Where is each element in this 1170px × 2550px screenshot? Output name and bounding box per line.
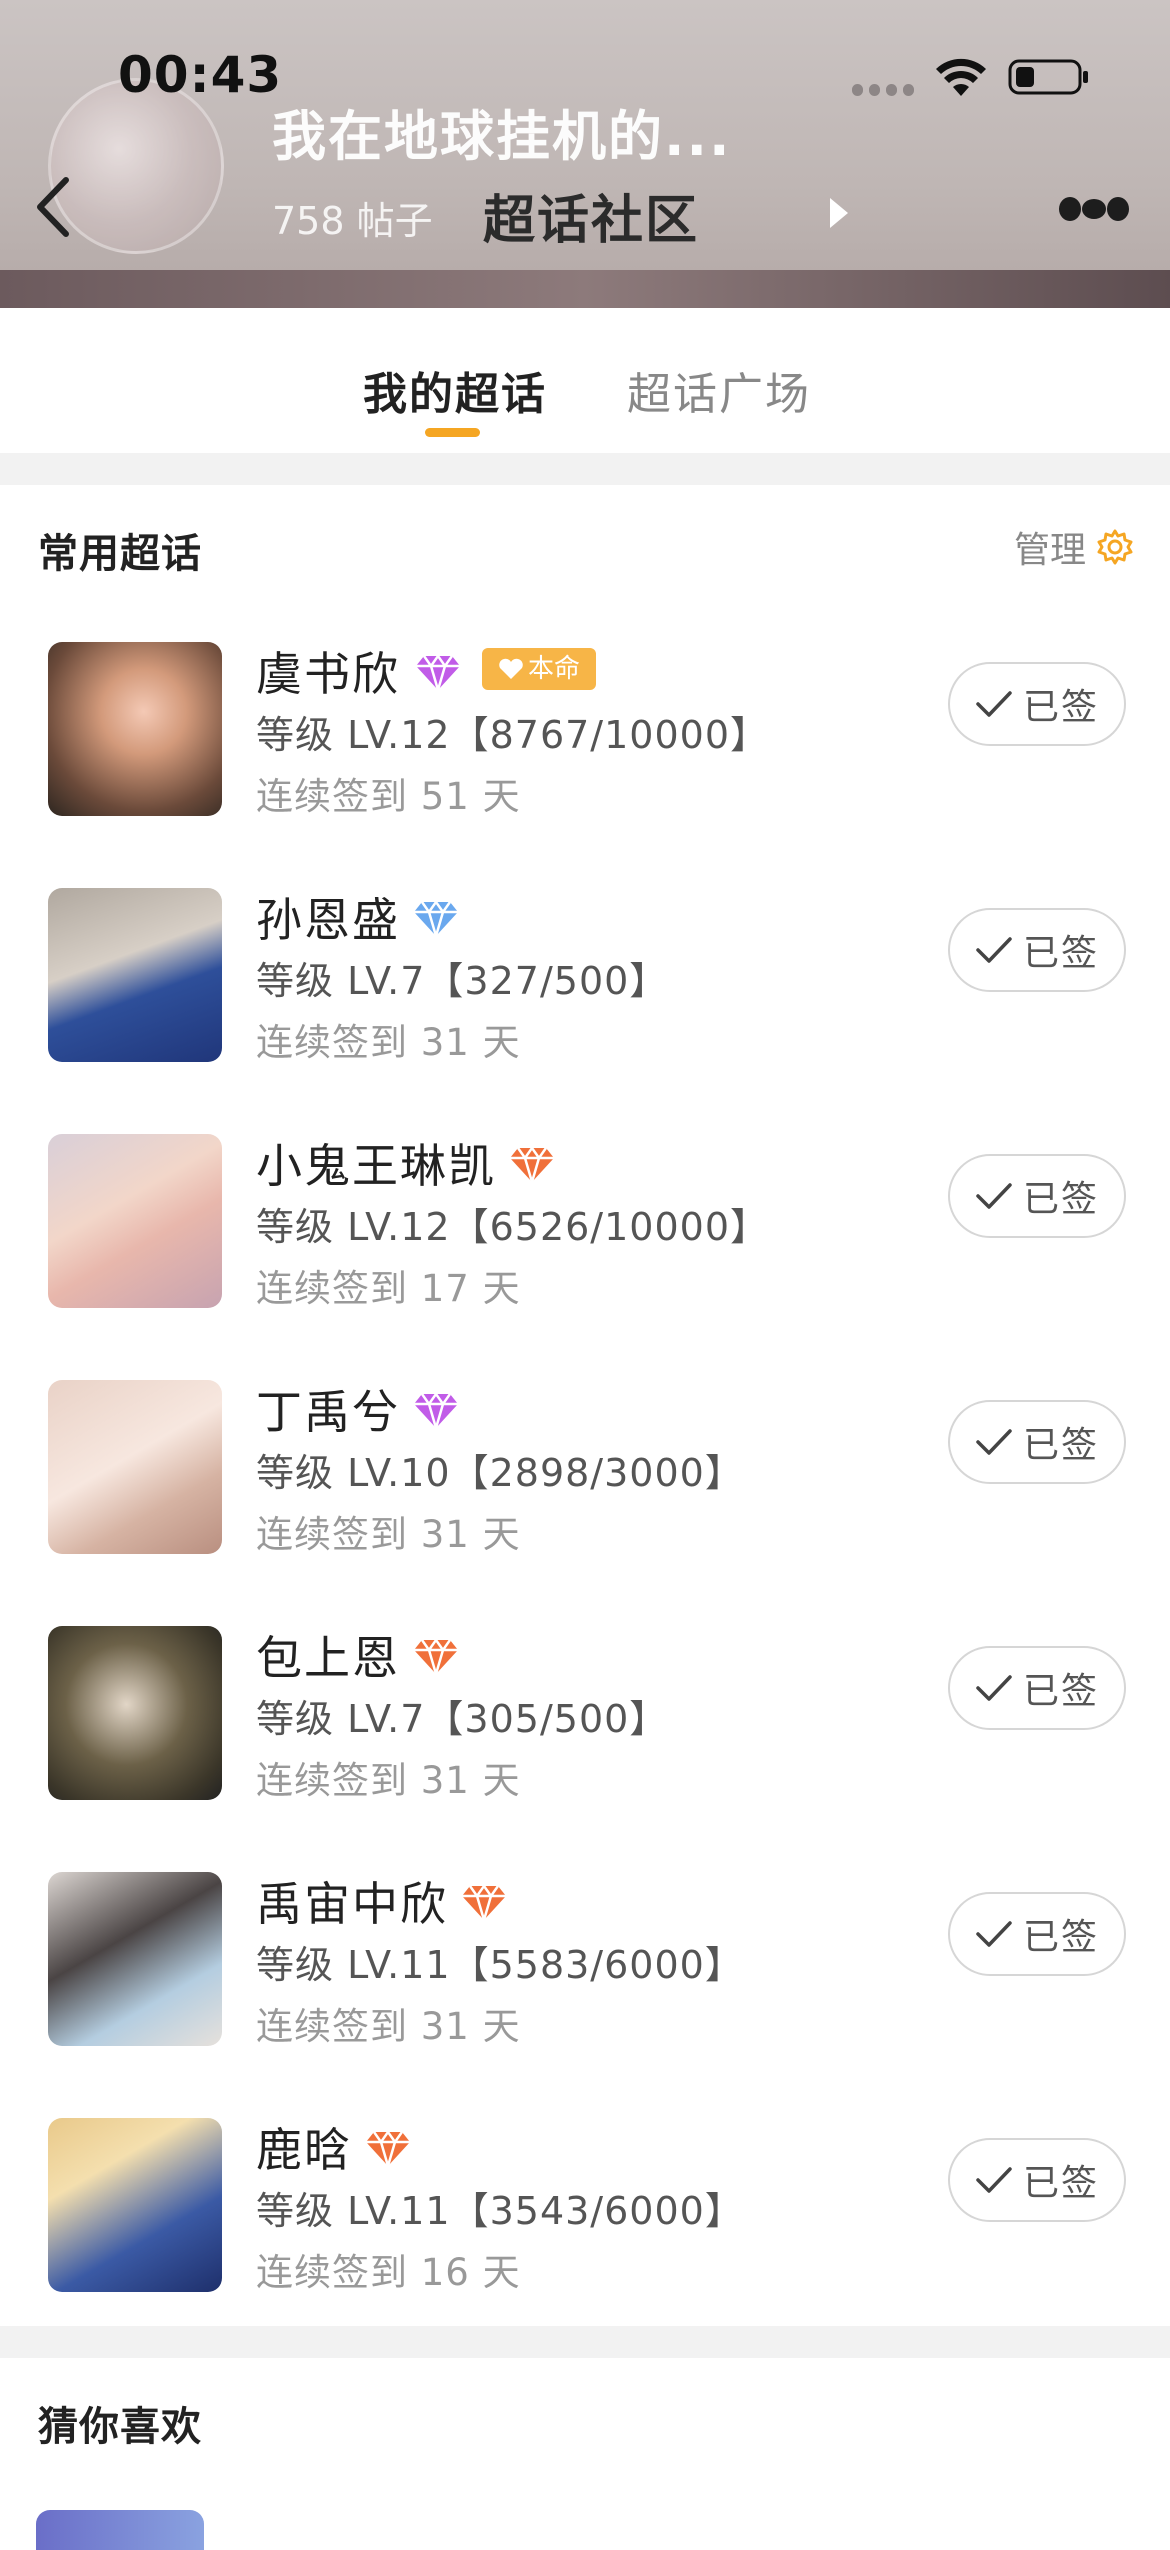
signed-button[interactable]: 已签 <box>948 2138 1126 2222</box>
topic-avatar <box>48 1872 222 2046</box>
sign-in-streak: 连续签到 31 天 <box>256 1021 521 1064</box>
check-icon <box>976 2167 1012 2193</box>
topic-row[interactable]: 禹宙中欣 等级 LV.11【5583/6000】 连续签到 31 天 已签 <box>0 1850 1170 2096</box>
topic-level: 等级 LV.7【305/500】 <box>256 1697 669 1741</box>
signed-button[interactable]: 已签 <box>948 1400 1126 1484</box>
tab-bar: 我的超话 超话广场 <box>0 308 1170 453</box>
topic-level: 等级 LV.11【5583/6000】 <box>256 1943 744 1987</box>
battery-icon <box>1008 59 1088 95</box>
frequent-topics-header: 常用超话 管理 <box>0 485 1170 595</box>
signed-label: 已签 <box>1022 1425 1099 1466</box>
topic-avatar <box>48 1626 222 1800</box>
cellular-signal-icon <box>852 84 914 96</box>
guess-you-like-header: 猜你喜欢 <box>0 2358 1170 2468</box>
header-cover-strip <box>0 270 1170 308</box>
diamond-badge-icon <box>366 2129 410 2168</box>
more-icon[interactable] <box>1058 194 1130 224</box>
benming-label: 本命 <box>528 654 581 684</box>
section-title: 猜你喜欢 <box>38 2404 202 2450</box>
topic-level: 等级 LV.12【8767/10000】 <box>256 713 769 757</box>
topic-name: 虞书欣 <box>256 647 400 701</box>
check-icon <box>976 1675 1012 1701</box>
topic-avatar <box>48 888 222 1062</box>
manage-button[interactable]: 管理 <box>1014 521 1134 573</box>
heart-icon <box>499 658 523 679</box>
status-time: 00:43 <box>118 46 283 104</box>
check-icon <box>976 1921 1012 1947</box>
topic-name: 禹宙中欣 <box>256 1877 448 1931</box>
check-icon <box>976 937 1012 963</box>
diamond-badge-icon <box>414 1391 458 1430</box>
topic-avatar <box>48 1134 222 1308</box>
signed-button[interactable]: 已签 <box>948 908 1126 992</box>
recommended-topic-avatar[interactable] <box>36 2510 204 2550</box>
wifi-icon <box>936 58 986 96</box>
topic-name: 鹿晗 <box>256 2123 352 2177</box>
topic-avatar <box>48 642 222 816</box>
tab-my-topics[interactable]: 我的超话 <box>363 358 547 422</box>
signed-label: 已签 <box>1022 1671 1099 1712</box>
section-divider <box>0 453 1170 485</box>
topic-level: 等级 LV.12【6526/10000】 <box>256 1205 769 1249</box>
active-tab-indicator <box>425 428 480 437</box>
topic-name: 包上恩 <box>256 1631 400 1685</box>
topic-row[interactable]: 丁禹兮 等级 LV.10【2898/3000】 连续签到 31 天 已签 <box>0 1358 1170 1604</box>
topic-row[interactable]: 孙恩盛 等级 LV.7【327/500】 连续签到 31 天 已签 <box>0 866 1170 1112</box>
signed-label: 已签 <box>1022 687 1099 728</box>
diamond-badge-icon <box>414 1637 458 1676</box>
topic-name: 小鬼王琳凯 <box>256 1139 496 1193</box>
topic-avatar <box>48 2118 222 2292</box>
diamond-badge-icon <box>414 899 458 938</box>
topic-title: 我在地球挂机的... <box>272 105 732 168</box>
play-icon[interactable] <box>828 196 850 230</box>
signed-button[interactable]: 已签 <box>948 1154 1126 1238</box>
post-count: 758 帖子 <box>272 199 433 243</box>
topic-level: 等级 LV.10【2898/3000】 <box>256 1451 744 1495</box>
tab-topic-plaza[interactable]: 超话广场 <box>627 358 811 422</box>
diamond-badge-icon <box>462 1883 506 1922</box>
sign-in-streak: 连续签到 17 天 <box>256 1267 521 1310</box>
topic-name: 丁禹兮 <box>256 1385 400 1439</box>
sign-in-streak: 连续签到 31 天 <box>256 1513 521 1556</box>
signed-label: 已签 <box>1022 2163 1099 2204</box>
topic-row[interactable]: 包上恩 等级 LV.7【305/500】 连续签到 31 天 已签 <box>0 1604 1170 1850</box>
section-divider <box>0 2326 1170 2358</box>
signed-button[interactable]: 已签 <box>948 662 1126 746</box>
page-title: 超话社区 <box>483 191 700 251</box>
sign-in-streak: 连续签到 31 天 <box>256 2005 521 2048</box>
signed-label: 已签 <box>1022 1179 1099 1220</box>
signed-label: 已签 <box>1022 933 1099 974</box>
check-icon <box>976 691 1012 717</box>
topic-row[interactable]: 鹿晗 等级 LV.11【3543/6000】 连续签到 16 天 已签 <box>0 2096 1170 2342</box>
section-title: 常用超话 <box>38 531 202 577</box>
topic-row[interactable]: 小鬼王琳凯 等级 LV.12【6526/10000】 连续签到 17 天 已签 <box>0 1112 1170 1358</box>
signed-label: 已签 <box>1022 1917 1099 1958</box>
topic-row[interactable]: 虞书欣 本命 等级 LV.12【8767/10000】 连续签到 51 天 已签 <box>0 620 1170 866</box>
signed-button[interactable]: 已签 <box>948 1646 1126 1730</box>
back-icon[interactable] <box>30 172 80 242</box>
check-icon <box>976 1183 1012 1209</box>
topic-level: 等级 LV.11【3543/6000】 <box>256 2189 744 2233</box>
manage-label: 管理 <box>1013 530 1086 571</box>
topic-level: 等级 LV.7【327/500】 <box>256 959 669 1003</box>
sign-in-streak: 连续签到 51 天 <box>256 775 521 818</box>
topic-header: 00:43 我在地球挂机的... 758 帖子 超话社区 <box>0 0 1170 308</box>
check-icon <box>976 1429 1012 1455</box>
topic-avatar <box>48 1380 222 1554</box>
diamond-badge-icon <box>416 653 460 692</box>
topic-name: 孙恩盛 <box>256 893 400 947</box>
benming-badge: 本命 <box>482 648 597 690</box>
sign-in-streak: 连续签到 31 天 <box>256 1759 521 1802</box>
diamond-badge-icon <box>510 1145 554 1184</box>
gear-icon <box>1097 529 1133 565</box>
signed-button[interactable]: 已签 <box>948 1892 1126 1976</box>
sign-in-streak: 连续签到 16 天 <box>256 2251 521 2294</box>
